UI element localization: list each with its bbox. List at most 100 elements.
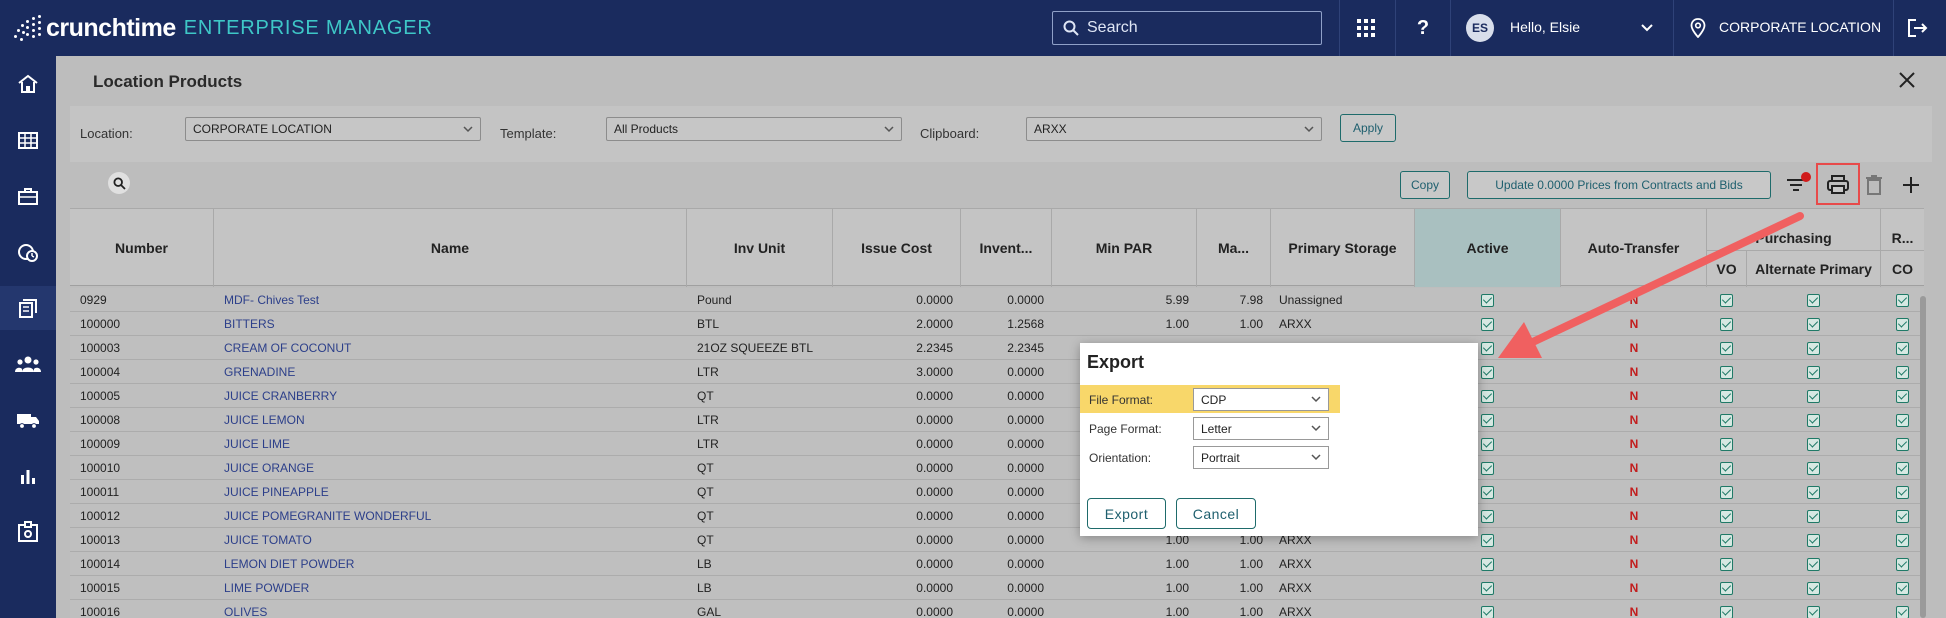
cell-name[interactable]: JUICE LIME (224, 432, 684, 456)
sidebar-item-cost[interactable] (0, 230, 56, 274)
table-row[interactable]: 100004 GRENADINE LTR 3.0000 0.0000 N (70, 360, 1924, 384)
table-row[interactable]: 100005 JUICE CRANBERRY QT 0.0000 0.0000 N (70, 384, 1924, 408)
cell-name[interactable]: JUICE PINEAPPLE (224, 480, 684, 504)
alternate-primary-checkbox[interactable] (1807, 462, 1820, 475)
help-icon[interactable]: ? (1409, 14, 1437, 42)
close-icon[interactable] (1895, 68, 1919, 92)
cell-name[interactable]: GRENADINE (224, 360, 684, 384)
table-row[interactable]: 100016 OLIVES GAL 0.0000 0.0000 1.00 1.00 ARXX N (70, 600, 1924, 618)
sidebar-item-home[interactable] (0, 62, 56, 106)
sidebar-item-reports[interactable] (0, 454, 56, 498)
alternate-primary-checkbox[interactable] (1807, 366, 1820, 379)
add-icon[interactable] (1899, 173, 1923, 197)
print-icon[interactable] (1826, 173, 1850, 197)
table-row[interactable]: 100008 JUICE LEMON LTR 0.0000 0.0000 N (70, 408, 1924, 432)
apply-button[interactable]: Apply (1340, 114, 1396, 142)
co-checkbox[interactable] (1896, 342, 1909, 355)
location-pin-icon[interactable] (1684, 14, 1712, 42)
table-row[interactable]: 100009 JUICE LIME LTR 0.0000 0.0000 N (70, 432, 1924, 456)
vo-checkbox[interactable] (1720, 534, 1733, 547)
cell-name[interactable]: JUICE CRANBERRY (224, 384, 684, 408)
active-checkbox[interactable] (1481, 390, 1494, 403)
column-header-max[interactable]: Ma... (1197, 209, 1271, 287)
cell-name[interactable]: JUICE POMEGRANITE WONDERFUL (224, 504, 684, 528)
active-checkbox[interactable] (1481, 486, 1494, 499)
page-format-select[interactable]: Letter (1193, 417, 1329, 440)
co-checkbox[interactable] (1896, 486, 1909, 499)
vo-checkbox[interactable] (1720, 366, 1733, 379)
active-checkbox[interactable] (1481, 366, 1494, 379)
export-button[interactable]: Export (1087, 498, 1166, 529)
alternate-primary-checkbox[interactable] (1807, 534, 1820, 547)
current-location[interactable]: CORPORATE LOCATION (1719, 19, 1881, 35)
template-select[interactable]: All Products (606, 117, 902, 141)
co-checkbox[interactable] (1896, 606, 1909, 618)
active-checkbox[interactable] (1481, 510, 1494, 523)
cell-name[interactable]: LEMON DIET POWDER (224, 552, 684, 576)
active-checkbox[interactable] (1481, 558, 1494, 571)
column-header-number[interactable]: Number (70, 209, 214, 287)
co-checkbox[interactable] (1896, 438, 1909, 451)
global-search-input[interactable]: Search (1052, 11, 1322, 45)
active-checkbox[interactable] (1481, 534, 1494, 547)
user-greeting[interactable]: Hello, Elsie (1510, 19, 1580, 35)
column-header-co[interactable]: CO (1881, 251, 1924, 287)
sidebar-item-operations[interactable] (0, 174, 56, 218)
alternate-primary-checkbox[interactable] (1807, 438, 1820, 451)
column-header-min-par[interactable]: Min PAR (1052, 209, 1197, 287)
co-checkbox[interactable] (1896, 414, 1909, 427)
sidebar-item-locations[interactable] (0, 118, 56, 162)
co-checkbox[interactable] (1896, 534, 1909, 547)
delete-icon[interactable] (1862, 173, 1886, 197)
table-row[interactable]: 100013 JUICE TOMATO QT 0.0000 0.0000 1.00 1.00… (70, 528, 1924, 552)
vo-checkbox[interactable] (1720, 414, 1733, 427)
cell-name[interactable]: MDF- Chives Test (224, 288, 684, 312)
logo[interactable]: crunchtime ENTERPRISE MANAGER (0, 0, 433, 56)
cell-name[interactable]: BITTERS (224, 312, 684, 336)
table-row[interactable]: 100012 JUICE POMEGRANITE WONDERFUL QT 0.000… (70, 504, 1924, 528)
vo-checkbox[interactable] (1720, 582, 1733, 595)
co-checkbox[interactable] (1896, 582, 1909, 595)
cell-name[interactable]: CREAM OF COCONUT (224, 336, 684, 360)
table-row[interactable]: 100010 JUICE ORANGE QT 0.0000 0.0000 N (70, 456, 1924, 480)
alternate-primary-checkbox[interactable] (1807, 390, 1820, 403)
cell-name[interactable]: OLIVES (224, 600, 684, 618)
copy-button[interactable]: Copy (1400, 171, 1450, 199)
vo-checkbox[interactable] (1720, 438, 1733, 451)
clipboard-select[interactable]: ARXX (1026, 117, 1322, 141)
alternate-primary-checkbox[interactable] (1807, 486, 1820, 499)
vo-checkbox[interactable] (1720, 390, 1733, 403)
alternate-primary-checkbox[interactable] (1807, 558, 1820, 571)
logout-icon[interactable] (1904, 14, 1932, 42)
co-checkbox[interactable] (1896, 462, 1909, 475)
orientation-select[interactable]: Portrait (1193, 446, 1329, 469)
avatar[interactable]: ES (1466, 14, 1494, 42)
vo-checkbox[interactable] (1720, 606, 1733, 618)
active-checkbox[interactable] (1481, 606, 1494, 618)
sidebar-item-delivery[interactable] (0, 398, 56, 442)
co-checkbox[interactable] (1896, 318, 1909, 331)
sidebar-item-people[interactable] (0, 342, 56, 386)
apps-grid-icon[interactable] (1352, 14, 1380, 42)
table-search-button[interactable] (108, 172, 130, 194)
co-checkbox[interactable] (1896, 294, 1909, 307)
co-checkbox[interactable] (1896, 366, 1909, 379)
table-row[interactable]: 100015 LIME POWDER LB 0.0000 0.0000 1.00 1.00 A… (70, 576, 1924, 600)
column-header-name[interactable]: Name (214, 209, 687, 287)
alternate-primary-checkbox[interactable] (1807, 414, 1820, 427)
co-checkbox[interactable] (1896, 390, 1909, 403)
cell-name[interactable]: JUICE ORANGE (224, 456, 684, 480)
cell-name[interactable]: JUICE TOMATO (224, 528, 684, 552)
active-checkbox[interactable] (1481, 438, 1494, 451)
vo-checkbox[interactable] (1720, 462, 1733, 475)
column-header-primary-storage[interactable]: Primary Storage (1271, 209, 1415, 287)
active-checkbox[interactable] (1481, 462, 1494, 475)
cancel-button[interactable]: Cancel (1176, 498, 1256, 529)
co-checkbox[interactable] (1896, 510, 1909, 523)
alternate-primary-checkbox[interactable] (1807, 582, 1820, 595)
chevron-down-icon[interactable] (1633, 14, 1661, 42)
table-scrollbar[interactable] (1920, 296, 1926, 618)
vo-checkbox[interactable] (1720, 558, 1733, 571)
vo-checkbox[interactable] (1720, 510, 1733, 523)
sidebar-item-inventory[interactable] (0, 286, 56, 330)
